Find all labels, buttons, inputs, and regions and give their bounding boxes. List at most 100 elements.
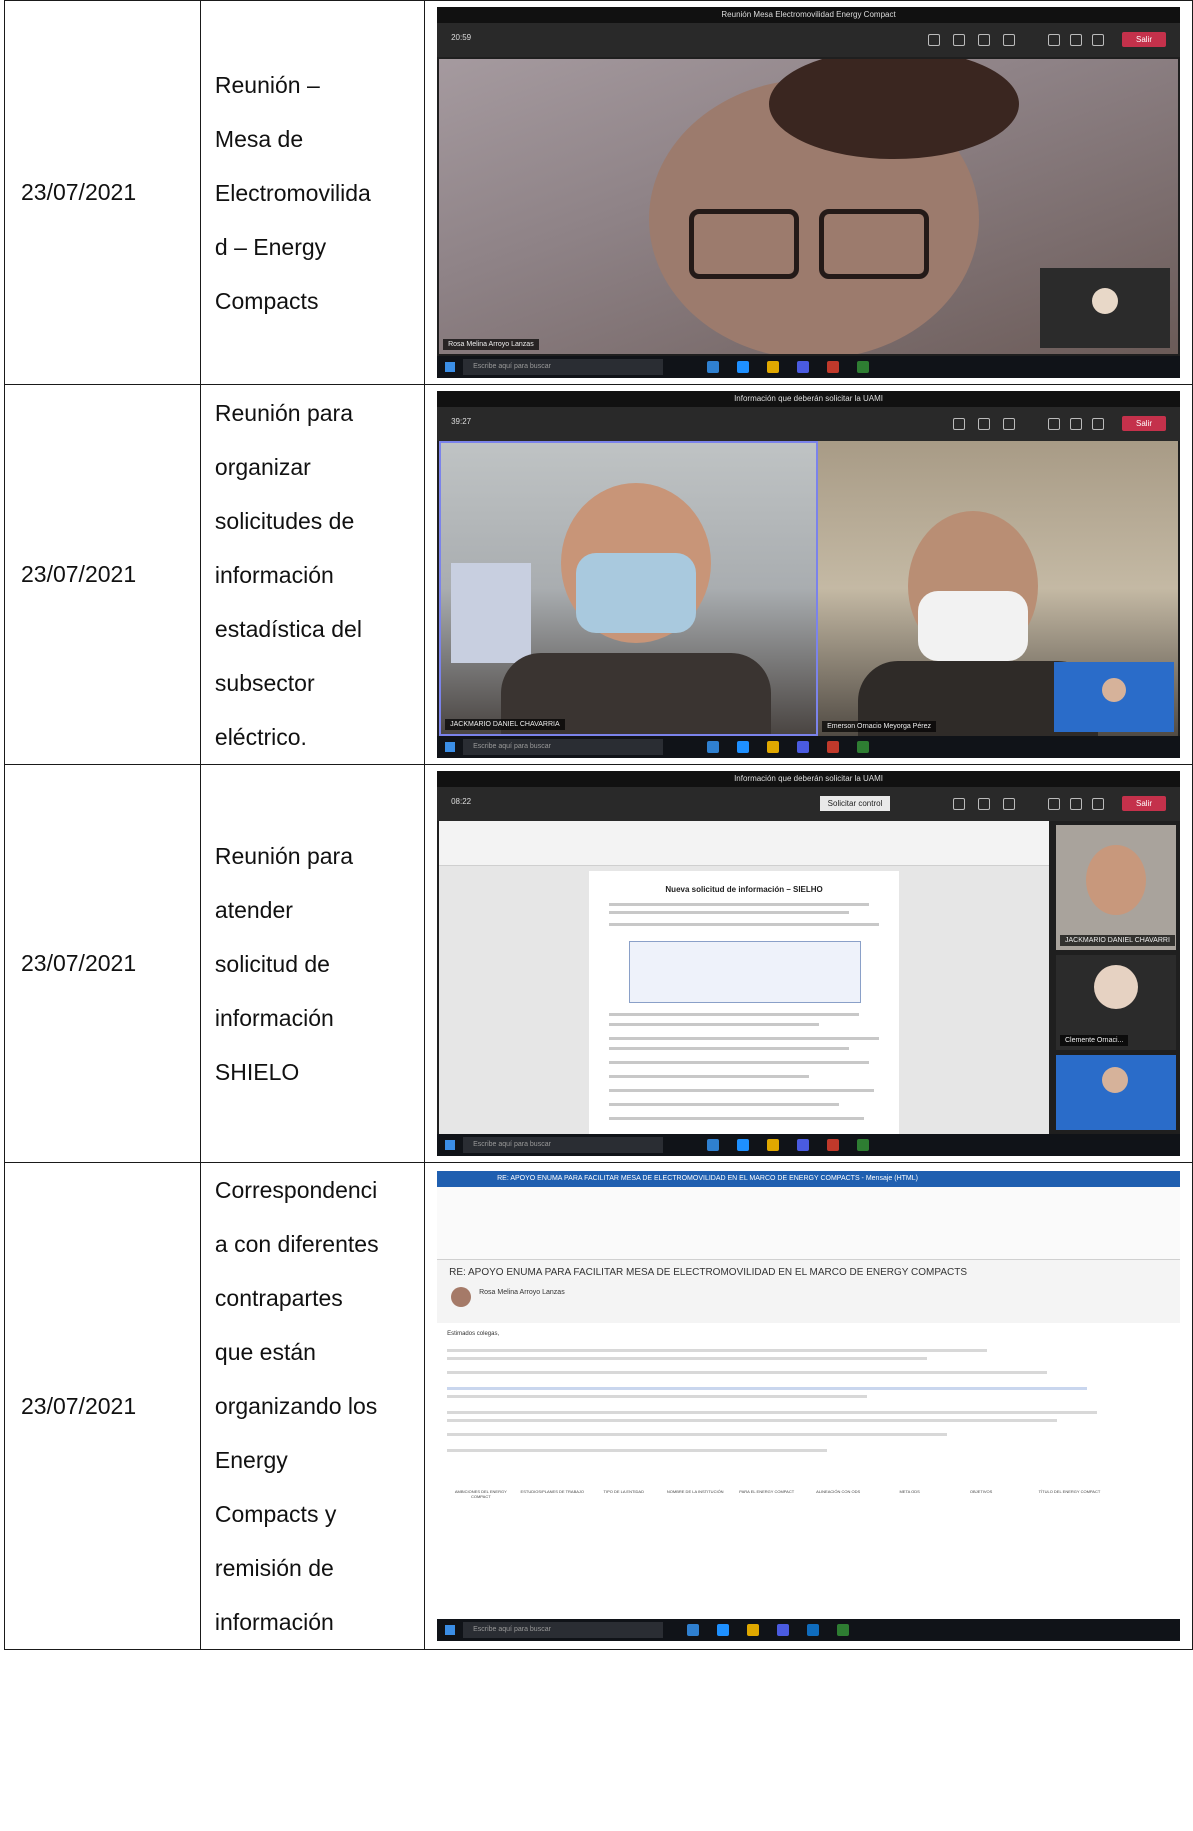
taskbar-search[interactable]: Escribe aquí para buscar: [463, 359, 664, 375]
explorer-icon[interactable]: [767, 741, 780, 753]
pdf-icon[interactable]: [827, 741, 840, 753]
mic-icon[interactable]: [1070, 418, 1082, 430]
edge-icon[interactable]: [737, 361, 750, 373]
excel-icon[interactable]: [837, 1624, 850, 1636]
taskbar-search[interactable]: Escribe aquí para buscar: [463, 739, 664, 755]
taskview-icon[interactable]: [707, 361, 720, 373]
edge-icon[interactable]: [737, 741, 750, 753]
glasses-right: [819, 209, 930, 279]
windows-start-icon[interactable]: [445, 1625, 456, 1635]
table-header-cell: META ODS: [899, 1489, 920, 1494]
excel-icon[interactable]: [857, 361, 870, 373]
video-stage: JACKMARIO DANIEL CHAVARRIA Emerson Ornac…: [437, 441, 1180, 736]
teams-icon[interactable]: [797, 1139, 810, 1151]
row-description: Reunión – Mesa de Electromovilida d – En…: [199, 0, 426, 385]
taskview-icon[interactable]: [707, 741, 720, 753]
share-icon[interactable]: [1092, 34, 1104, 46]
more-icon[interactable]: [1003, 418, 1015, 430]
table-row: 23/07/2021 Reunión para atender solicitu…: [4, 764, 1193, 1163]
more-icon[interactable]: [1003, 798, 1015, 810]
teams-window: Reunión Mesa Electromovilidad Energy Com…: [437, 7, 1180, 378]
taskview-icon[interactable]: [707, 1139, 720, 1151]
row-description: Reunión para atender solicitud de inform…: [199, 764, 426, 1163]
meeting-toolbar: 39:27 Salir: [437, 407, 1180, 441]
windows-start-icon[interactable]: [445, 1140, 456, 1150]
chat-icon[interactable]: [953, 798, 965, 810]
leave-button[interactable]: Salir: [1122, 796, 1166, 811]
table-header-cell: ALINEACIÓN CON ODS: [816, 1489, 861, 1494]
outlook-ribbon: [437, 1187, 1180, 1260]
reactions-icon[interactable]: [978, 798, 990, 810]
reactions-icon[interactable]: [978, 418, 990, 430]
teams-icon[interactable]: [797, 361, 810, 373]
participant-name: JACKMARIO DANIEL CHAVARRIA: [445, 719, 565, 730]
leave-button[interactable]: Salir: [1122, 416, 1166, 431]
email-body: Estimados colegas, AMBICIONES DEL ENERGY…: [437, 1323, 1180, 1619]
video-stage: Rosa Melina Arroyo Lanzas: [437, 57, 1180, 356]
row-date: 23/07/2021: [4, 764, 201, 1163]
windows-taskbar: Escribe aquí para buscar: [437, 1134, 1180, 1156]
doc-heading: Nueva solicitud de información – SIELHO: [665, 885, 823, 894]
table-header-cell: PARA EL ENERGY COMPACT: [739, 1489, 795, 1494]
teams-icon[interactable]: [777, 1624, 790, 1636]
edge-icon[interactable]: [717, 1624, 730, 1636]
people-icon[interactable]: [928, 34, 940, 46]
row-description: Correspondenci a con diferentes contrapa…: [199, 1162, 426, 1650]
share-icon[interactable]: [1092, 798, 1104, 810]
more-icon[interactable]: [1003, 34, 1015, 46]
window-title: Información que deberán solicitar la UAM…: [437, 771, 1180, 787]
reactions-icon[interactable]: [978, 34, 990, 46]
row-date: 23/07/2021: [4, 0, 201, 385]
window-title: RE: APOYO ENUMA PARA FACILITAR MESA DE E…: [437, 1171, 1180, 1187]
table-row: 23/07/2021 Reunión para organizar solici…: [4, 384, 1193, 765]
face-mask: [918, 591, 1029, 661]
mic-icon[interactable]: [1070, 34, 1082, 46]
taskview-icon[interactable]: [687, 1624, 700, 1636]
word-ribbon: [439, 821, 1050, 866]
avatar: [1102, 1067, 1128, 1093]
mic-icon[interactable]: [1070, 798, 1082, 810]
windows-start-icon[interactable]: [445, 362, 456, 372]
wall-map: [451, 563, 532, 663]
activity-log-table: 23/07/2021 Reunión – Mesa de Electromovi…: [4, 0, 1193, 1650]
pdf-icon[interactable]: [827, 361, 840, 373]
camera-icon[interactable]: [1048, 798, 1060, 810]
meeting-timer: 39:27: [451, 417, 472, 426]
window-title: Reunión Mesa Electromovilidad Energy Com…: [437, 7, 1180, 23]
window-title: Información que deberán solicitar la UAM…: [437, 391, 1180, 407]
participant-name: Clemente Ornaci...: [1060, 1035, 1129, 1046]
chat-icon[interactable]: [953, 418, 965, 430]
outlook-icon[interactable]: [807, 1624, 820, 1636]
main-video: Rosa Melina Arroyo Lanzas: [439, 59, 1178, 354]
explorer-icon[interactable]: [767, 1139, 780, 1151]
windows-taskbar: Escribe aquí para buscar: [437, 1619, 1180, 1641]
excel-icon[interactable]: [857, 741, 870, 753]
video-stage: Nueva solicitud de información – SIELHO: [437, 821, 1180, 1134]
explorer-icon[interactable]: [767, 361, 780, 373]
table-header-cell: ESTUDIOS/PLANES DE TRABAJO: [520, 1489, 585, 1494]
leave-button[interactable]: Salir: [1122, 32, 1166, 47]
camera-icon[interactable]: [1048, 34, 1060, 46]
windows-start-icon[interactable]: [445, 742, 456, 752]
avatar: [1102, 678, 1126, 702]
excel-icon[interactable]: [857, 1139, 870, 1151]
camera-icon[interactable]: [1048, 418, 1060, 430]
glasses-left: [689, 209, 800, 279]
taskbar-search[interactable]: Escribe aquí para buscar: [463, 1622, 664, 1638]
pdf-icon[interactable]: [827, 1139, 840, 1151]
word-document: Nueva solicitud de información – SIELHO: [589, 871, 900, 1134]
share-icon[interactable]: [1092, 418, 1104, 430]
meeting-timer: 20:59: [451, 33, 472, 42]
windows-taskbar: Escribe aquí para buscar: [437, 356, 1180, 378]
face-mask: [576, 553, 697, 633]
taskbar-search[interactable]: Escribe aquí para buscar: [463, 1137, 664, 1153]
outlook-window: RE: APOYO ENUMA PARA FACILITAR MESA DE E…: [437, 1171, 1180, 1641]
teams-icon[interactable]: [797, 741, 810, 753]
meeting-timer: 08:22: [451, 797, 472, 806]
explorer-icon[interactable]: [747, 1624, 760, 1636]
table-header-cell: TÍTULO DEL ENERGY COMPACT: [1038, 1489, 1101, 1494]
avatar: [1094, 965, 1138, 1009]
edge-icon[interactable]: [737, 1139, 750, 1151]
request-control-button[interactable]: Solicitar control: [820, 796, 890, 811]
chat-icon[interactable]: [953, 34, 965, 46]
